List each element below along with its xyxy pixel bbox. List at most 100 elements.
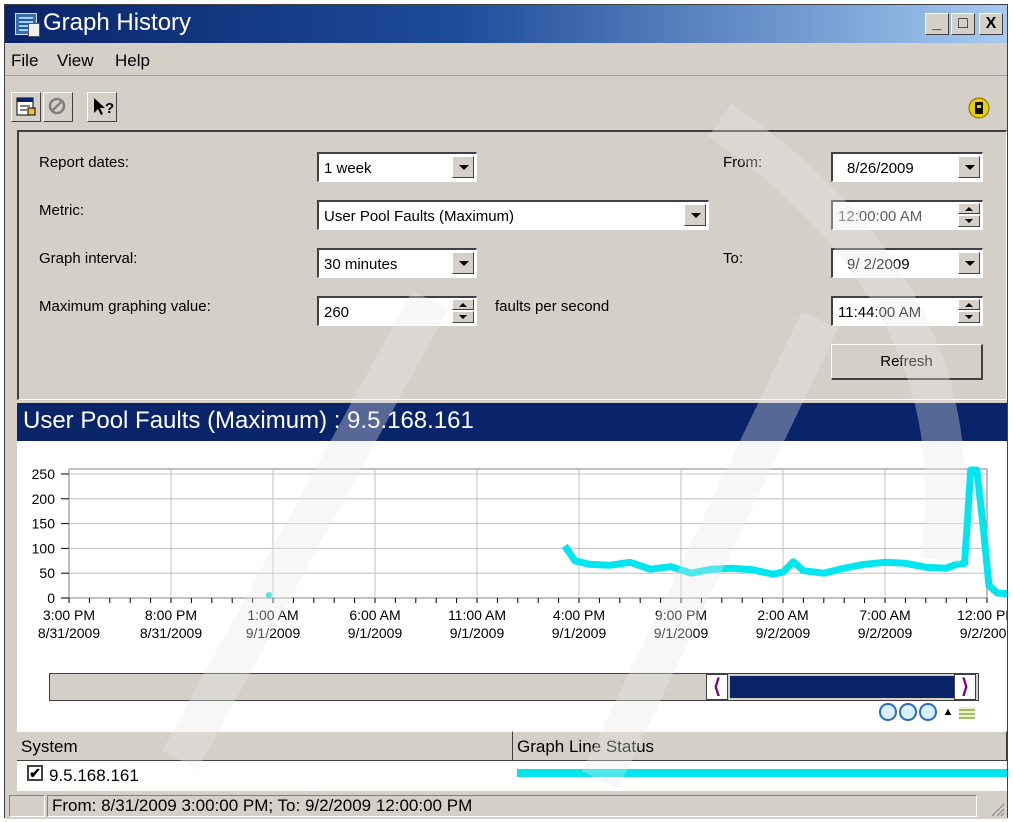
plot-frame — [68, 468, 988, 599]
spin-up-icon[interactable] — [958, 203, 980, 214]
line-chart: 0 50 100 150 200 250 3:00 PM 8/31/2009 8:00 PM 8/… — [32, 466, 1007, 641]
collapse-arrow-icon[interactable]: ▲ — [941, 705, 955, 719]
y-tick-label: 0 — [47, 590, 55, 606]
systems-table-header: System Graph Line Status — [17, 731, 1007, 761]
graph-area: 0 50 100 150 200 250 3:00 PM 8/31/2009 8:00 PM 8/… — [17, 441, 1007, 731]
menu-help[interactable]: Help — [115, 51, 150, 71]
system-name: 9.5.168.161 — [49, 766, 139, 785]
report-settings-panel: Report dates: 1 week Metric: User Pool F… — [17, 130, 1007, 400]
graph-interval-dropdown[interactable]: 30 minutes — [317, 248, 477, 278]
zoom-in-icon[interactable] — [879, 703, 897, 721]
from-label: From: — [723, 154, 763, 171]
whats-this-help-button[interactable]: ? — [87, 92, 117, 122]
y-tick-label: 200 — [32, 491, 56, 507]
x-tick-time-label: 8:00 PM — [145, 607, 197, 623]
app-graph-icon — [15, 13, 40, 37]
properties-icon — [16, 97, 36, 116]
status-bar: From: 8/31/2009 3:00:00 PM; To: 9/2/2009… — [5, 791, 1007, 819]
x-tick-date-label: 9/1/2009 — [552, 625, 607, 641]
metric-dropdown[interactable]: User Pool Faults (Maximum) — [317, 200, 709, 230]
graph-line-status-swatch — [517, 769, 1007, 777]
max-graphing-value-label: Maximum graphing value: — [39, 298, 211, 315]
report-dates-label: Report dates: — [39, 154, 130, 171]
resize-grip-icon[interactable] — [989, 801, 1005, 817]
from-time-spinner[interactable]: 12:00:00 AM — [831, 200, 983, 230]
max-graphing-value-spinner[interactable]: 260 — [317, 296, 477, 326]
x-tick-date-label: 9/2/2009 — [960, 625, 1007, 641]
zoom-out-icon[interactable] — [899, 703, 917, 721]
minimize-button[interactable]: _ — [925, 13, 949, 35]
to-time-spinner[interactable]: 11:44:00 AM — [831, 296, 983, 326]
from-time-value: 12:00:00 AM — [838, 208, 923, 225]
close-button[interactable]: X — [979, 13, 1003, 35]
status-range-text: From: 8/31/2009 3:00:00 PM; To: 9/2/2009… — [47, 795, 977, 817]
connection-status-icon — [968, 97, 990, 119]
metric-label: Metric: — [39, 202, 84, 219]
properties-button[interactable] — [11, 92, 41, 122]
chevron-down-icon[interactable] — [958, 252, 980, 274]
x-tick-date-label: 9/2/2009 — [756, 625, 811, 641]
x-tick-time-label: 12:00 PM — [957, 607, 1007, 623]
x-tick-time-label: 3:00 PM — [43, 607, 95, 623]
report-dates-dropdown[interactable]: 1 week — [317, 152, 477, 182]
zoom-reset-icon[interactable] — [919, 703, 937, 721]
to-date-picker[interactable]: 9/ 2/2009 — [831, 248, 983, 278]
x-tick-time-label: 2:00 AM — [757, 607, 808, 623]
table-row[interactable]: ✔ 9.5.168.161 — [17, 761, 1007, 791]
title-bar[interactable]: Graph History _ □ X — [5, 5, 1007, 43]
x-tick-date-label: 9/1/2009 — [246, 625, 301, 641]
stop-icon — [48, 97, 66, 115]
chevron-down-icon[interactable] — [958, 156, 980, 178]
system-checkbox[interactable]: ✔ — [27, 765, 43, 781]
graph-history-window: Graph History _ □ X File View Help ? Rep… — [4, 4, 1008, 819]
toolbar: ? — [5, 75, 1007, 131]
x-tick-date-label: 8/31/2009 — [140, 625, 202, 641]
x-tick-date-label: 9/2/2009 — [858, 625, 913, 641]
x-tick-date-label: 9/1/2009 — [348, 625, 403, 641]
menu-view[interactable]: View — [57, 51, 94, 71]
spin-down-icon[interactable] — [452, 311, 474, 323]
menu-bar: File View Help — [5, 45, 1007, 73]
chevron-down-icon[interactable] — [452, 252, 474, 274]
graph-title: User Pool Faults (Maximum) : 9.5.168.161 — [23, 407, 474, 434]
spin-down-icon[interactable] — [958, 215, 980, 227]
refresh-button[interactable]: Refresh — [831, 344, 983, 380]
metric-value: User Pool Faults (Maximum) — [324, 208, 515, 225]
window-title: Graph History — [43, 9, 192, 36]
graph-title-bar: User Pool Faults (Maximum) : 9.5.168.161 — [17, 403, 1007, 441]
chevron-down-icon[interactable] — [684, 204, 706, 226]
x-tick-date-label: 9/1/2009 — [654, 625, 709, 641]
y-tick-label: 100 — [32, 540, 56, 556]
whats-this-help-icon: ? — [94, 98, 114, 117]
legend-toggle-icon[interactable] — [959, 707, 975, 719]
y-tick-label: 50 — [39, 565, 55, 581]
scroll-left-handle[interactable]: ⟨ — [706, 674, 728, 700]
x-tick-time-label: 7:00 AM — [859, 607, 910, 623]
stop-button[interactable] — [43, 92, 73, 122]
chevron-down-icon[interactable] — [452, 156, 474, 178]
graph-interval-label: Graph interval: — [39, 250, 138, 267]
column-header-graph-line-status[interactable]: Graph Line Status — [513, 731, 1007, 761]
x-tick-date-label: 8/31/2009 — [38, 625, 100, 641]
scroll-thumb[interactable] — [730, 676, 975, 698]
to-date-value: 9/ 2/2009 — [847, 256, 910, 273]
y-tick-label: 250 — [32, 466, 56, 482]
scroll-right-handle[interactable]: ⟩ — [954, 674, 976, 700]
x-tick-time-label: 4:00 PM — [553, 607, 605, 623]
y-tick-label: 150 — [32, 516, 56, 532]
column-header-system[interactable]: System — [17, 731, 513, 761]
menu-file[interactable]: File — [11, 51, 38, 71]
from-date-value: 8/26/2009 — [847, 160, 914, 177]
from-date-picker[interactable]: 8/26/2009 — [831, 152, 983, 182]
spin-up-icon[interactable] — [958, 299, 980, 310]
help-question-mark: ? — [105, 100, 114, 117]
report-dates-value: 1 week — [324, 160, 372, 177]
maximize-button[interactable]: □ — [951, 13, 975, 35]
time-range-scrollbar[interactable]: ⟨ ⟩ — [49, 673, 979, 701]
graph-interval-value: 30 minutes — [324, 256, 398, 273]
spin-up-icon[interactable] — [452, 299, 474, 310]
max-graphing-value: 260 — [324, 304, 350, 321]
to-label: To: — [723, 250, 744, 267]
x-tick-time-label: 9:00 PM — [655, 607, 707, 623]
spin-down-icon[interactable] — [958, 311, 980, 323]
